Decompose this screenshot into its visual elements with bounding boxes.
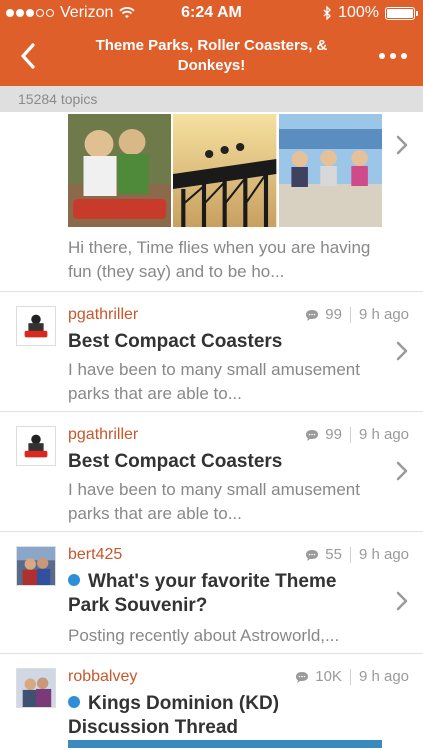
nav-bar: Theme Parks, Roller Coasters, & Donkeys! [0,26,423,86]
post-title-row: Kings Dominion (KD) Discussion Thread [68,692,368,740]
post-excerpt: I have been to many small amusement park… [68,480,360,523]
photo-coaster-track [173,114,277,227]
list-item-featured[interactable]: Hi there, Time flies when you are having… [0,112,423,292]
post-title: What's your favorite Theme Park Souvenir… [68,571,337,616]
more-dots-icon [379,53,385,59]
post-excerpt: Posting recently about Astroworld,... [68,626,340,645]
more-button[interactable] [373,40,413,72]
author-name[interactable]: pgathriller [68,426,138,444]
status-bar: Verizon 6:24 AM 100% [0,0,423,26]
avatar [16,668,56,708]
avatar [16,426,56,466]
avatar [16,306,56,346]
unread-dot-icon [68,696,80,708]
list-item[interactable]: pgathriller 99 9 h ago Best Compact Coas… [0,412,423,532]
post-meta: 99 9 h ago [305,426,409,443]
post-image-preview [68,740,382,748]
list-item[interactable]: bert425 55 9 h ago What's your favorite … [0,532,423,654]
unread-dot-icon [68,574,80,586]
featured-excerpt: Hi there, Time flies when you are having… [68,238,371,281]
chevron-left-icon [21,43,35,69]
avatar [16,546,56,586]
chevron-right-icon [395,340,409,362]
author-name[interactable]: bert425 [68,546,122,564]
photo-slide [278,114,382,227]
list-item[interactable]: robbalvey 10K 9 h ago Kings Dominion (KD… [0,654,423,750]
post-time: 9 h ago [358,306,409,323]
topic-count: 15284 topics [0,86,423,112]
comment-icon [306,549,319,561]
bluetooth-icon [323,6,331,20]
post-meta: 10K 9 h ago [295,668,409,685]
post-title: Kings Dominion (KD) Discussion Thread [68,693,280,738]
author-name[interactable]: pgathriller [68,306,138,324]
comment-icon [306,429,319,441]
list-item[interactable]: pgathriller 99 9 h ago Best Compact Coas… [0,292,423,412]
post-title-row: What's your favorite Theme Park Souvenir… [68,570,368,618]
battery-icon [385,6,418,20]
post-meta: 55 9 h ago [305,546,409,563]
chevron-right-icon [395,590,409,612]
topic-list: Hi there, Time flies when you are having… [0,112,423,750]
comment-icon [306,309,319,321]
post-time: 9 h ago [358,426,409,443]
reply-count: 55 [325,546,342,563]
reply-count: 10K [315,668,342,685]
reply-count: 99 [325,306,342,323]
post-title: Best Compact Coasters [68,451,283,472]
photo-strip [68,114,382,227]
post-time: 9 h ago [358,668,409,685]
photo-riders [68,114,172,227]
post-time: 9 h ago [358,546,409,563]
author-name[interactable]: robbalvey [68,668,137,686]
post-excerpt: I have been to many small amusement park… [68,360,360,403]
chevron-right-icon [395,460,409,482]
battery-percent: 100% [338,4,379,21]
reply-count: 99 [325,426,342,443]
comment-icon [296,671,309,683]
battery-group: 100% [323,4,418,22]
post-title: Best Compact Coasters [68,331,283,352]
chevron-right-icon [395,134,409,156]
page-title: Theme Parks, Roller Coasters, & Donkeys! [95,37,328,74]
post-meta: 99 9 h ago [305,306,409,323]
back-button[interactable] [10,36,46,76]
